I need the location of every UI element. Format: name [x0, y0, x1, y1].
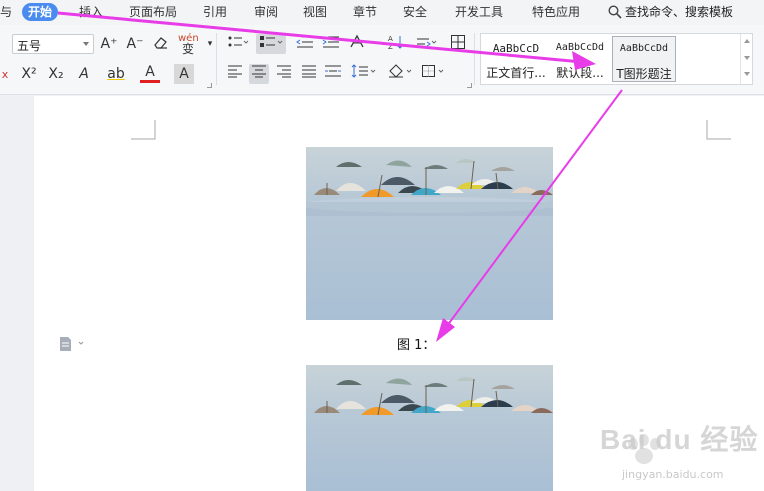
distribute-icon: [325, 65, 341, 77]
style-name: T图形题注: [616, 67, 672, 81]
shading-button[interactable]: [386, 64, 414, 84]
watermark-text: Bai du 经验: [600, 424, 759, 455]
sort-button[interactable]: AZ: [386, 34, 406, 54]
shrink-font-button[interactable]: A⁻: [125, 34, 145, 54]
style-gallery: AaBbCcD 正文首行... AaBbCcDd 默认段... AaBbCcDd…: [480, 33, 753, 85]
gallery-scroll[interactable]: [740, 34, 752, 84]
chevron-down-icon[interactable]: [744, 56, 750, 60]
tab-insert[interactable]: 插入: [79, 3, 103, 21]
table-icon: [451, 35, 465, 49]
superscript-button[interactable]: X²: [17, 64, 41, 84]
tab-home[interactable]: 开始: [22, 3, 59, 21]
style-preview: AaBbCcD: [492, 42, 540, 55]
border-button[interactable]: [420, 64, 448, 84]
text-effect-button[interactable]: A: [74, 64, 94, 84]
clear-format-button[interactable]: [151, 34, 171, 54]
justify-button[interactable]: [299, 64, 319, 84]
tab-chapter[interactable]: 章节: [353, 3, 377, 21]
strikethrough-partial[interactable]: x: [0, 65, 10, 85]
bullet-list-icon: [228, 36, 249, 47]
border-icon: [422, 65, 444, 77]
tab-features[interactable]: 特色应用: [532, 3, 580, 21]
align-left-icon: [228, 65, 242, 78]
align-right-icon: [277, 65, 291, 78]
style-default-paragraph[interactable]: AaBbCcDd 默认段...: [549, 36, 611, 82]
document-icon[interactable]: [58, 336, 86, 352]
page-gutter: [0, 96, 34, 491]
indent-icon: [322, 36, 339, 48]
tab-file-partial[interactable]: 与: [0, 3, 12, 21]
umbrella-image[interactable]: [306, 147, 553, 320]
eraser-icon: [154, 37, 167, 49]
tab-references[interactable]: 引用: [203, 3, 227, 21]
style-figure-caption[interactable]: AaBbCcDd T图形题注: [612, 36, 676, 82]
style-preview: AaBbCcDd: [555, 42, 605, 53]
line-spacing-button[interactable]: [350, 64, 378, 84]
tab-view[interactable]: 视图: [303, 3, 327, 21]
paragraph-dialog-launcher[interactable]: [467, 83, 472, 88]
numbered-list-icon: [260, 36, 283, 47]
svg-text:Z: Z: [388, 43, 393, 50]
sort-icon: AZ: [388, 35, 404, 51]
more-icon[interactable]: [744, 72, 750, 76]
ribbon-home: 五号 A⁺ A⁻ wén 变 ▾ x X² X₂ A ab A A A Z Aa…: [0, 25, 764, 95]
style-name: 默认段...: [556, 66, 604, 80]
align-center-icon: [252, 65, 266, 78]
paint-bucket-icon: [389, 64, 412, 78]
align-center-button[interactable]: [249, 64, 269, 84]
font-color-button[interactable]: A: [140, 64, 160, 83]
font-size-value: 五号: [17, 39, 42, 53]
tab-page-layout[interactable]: 页面布局: [129, 3, 177, 21]
grow-font-button[interactable]: A⁺: [99, 34, 119, 54]
divider: [474, 33, 475, 85]
tab-security[interactable]: 安全: [403, 3, 427, 21]
tab-review[interactable]: 审阅: [254, 3, 278, 21]
chevron-down-icon: [83, 42, 89, 46]
paragraph-mark-icon: [417, 38, 437, 47]
justify-icon: [302, 65, 316, 78]
crop-mark-top-right: [706, 120, 731, 140]
chevron-down-icon[interactable]: ▾: [200, 34, 220, 54]
style-body-first-indent[interactable]: AaBbCcD 正文首行...: [483, 36, 549, 82]
menu-bar: 与 开始 插入 页面布局 引用 审阅 视图 章节 安全 开发工具 特色应用 查找…: [0, 0, 764, 25]
outdent-icon: [296, 36, 313, 48]
font-size-combo[interactable]: 五号: [12, 34, 94, 54]
umbrella-image[interactable]: [306, 365, 553, 491]
distribute-button[interactable]: [323, 64, 343, 84]
search-icon: [608, 5, 622, 19]
tab-developer[interactable]: 开发工具: [455, 3, 503, 21]
style-preview: AaBbCcDd: [619, 43, 669, 54]
font-dialog-launcher[interactable]: [207, 83, 212, 88]
divider: [216, 33, 217, 85]
chevron-up-icon[interactable]: [744, 39, 750, 43]
chinese-layout-button[interactable]: [347, 34, 367, 54]
svg-text:A: A: [388, 35, 393, 43]
search-label: 查找命令、搜索模板: [625, 5, 734, 19]
table-button[interactable]: [448, 34, 468, 54]
style-name: 正文首行...: [486, 66, 546, 80]
highlight-button[interactable]: ab: [104, 64, 128, 84]
show-marks-button[interactable]: [414, 34, 440, 54]
subscript-button[interactable]: X₂: [44, 64, 68, 84]
char-shade-button[interactable]: A: [174, 64, 194, 84]
text-layout-icon: [350, 34, 364, 48]
line-spacing-icon: [351, 64, 376, 78]
align-left-button[interactable]: [225, 64, 245, 84]
figure-caption[interactable]: 图 1：: [397, 334, 435, 353]
pinyin-button[interactable]: wén 变: [178, 33, 199, 55]
watermark-url: jingyan.baidu.com: [622, 468, 724, 481]
align-right-button[interactable]: [274, 64, 294, 84]
decrease-indent-button[interactable]: [295, 34, 315, 54]
bullet-list-button[interactable]: [225, 34, 251, 54]
increase-indent-button[interactable]: [321, 34, 341, 54]
crop-mark-top-left: [131, 120, 156, 140]
numbered-list-button[interactable]: [256, 34, 286, 54]
